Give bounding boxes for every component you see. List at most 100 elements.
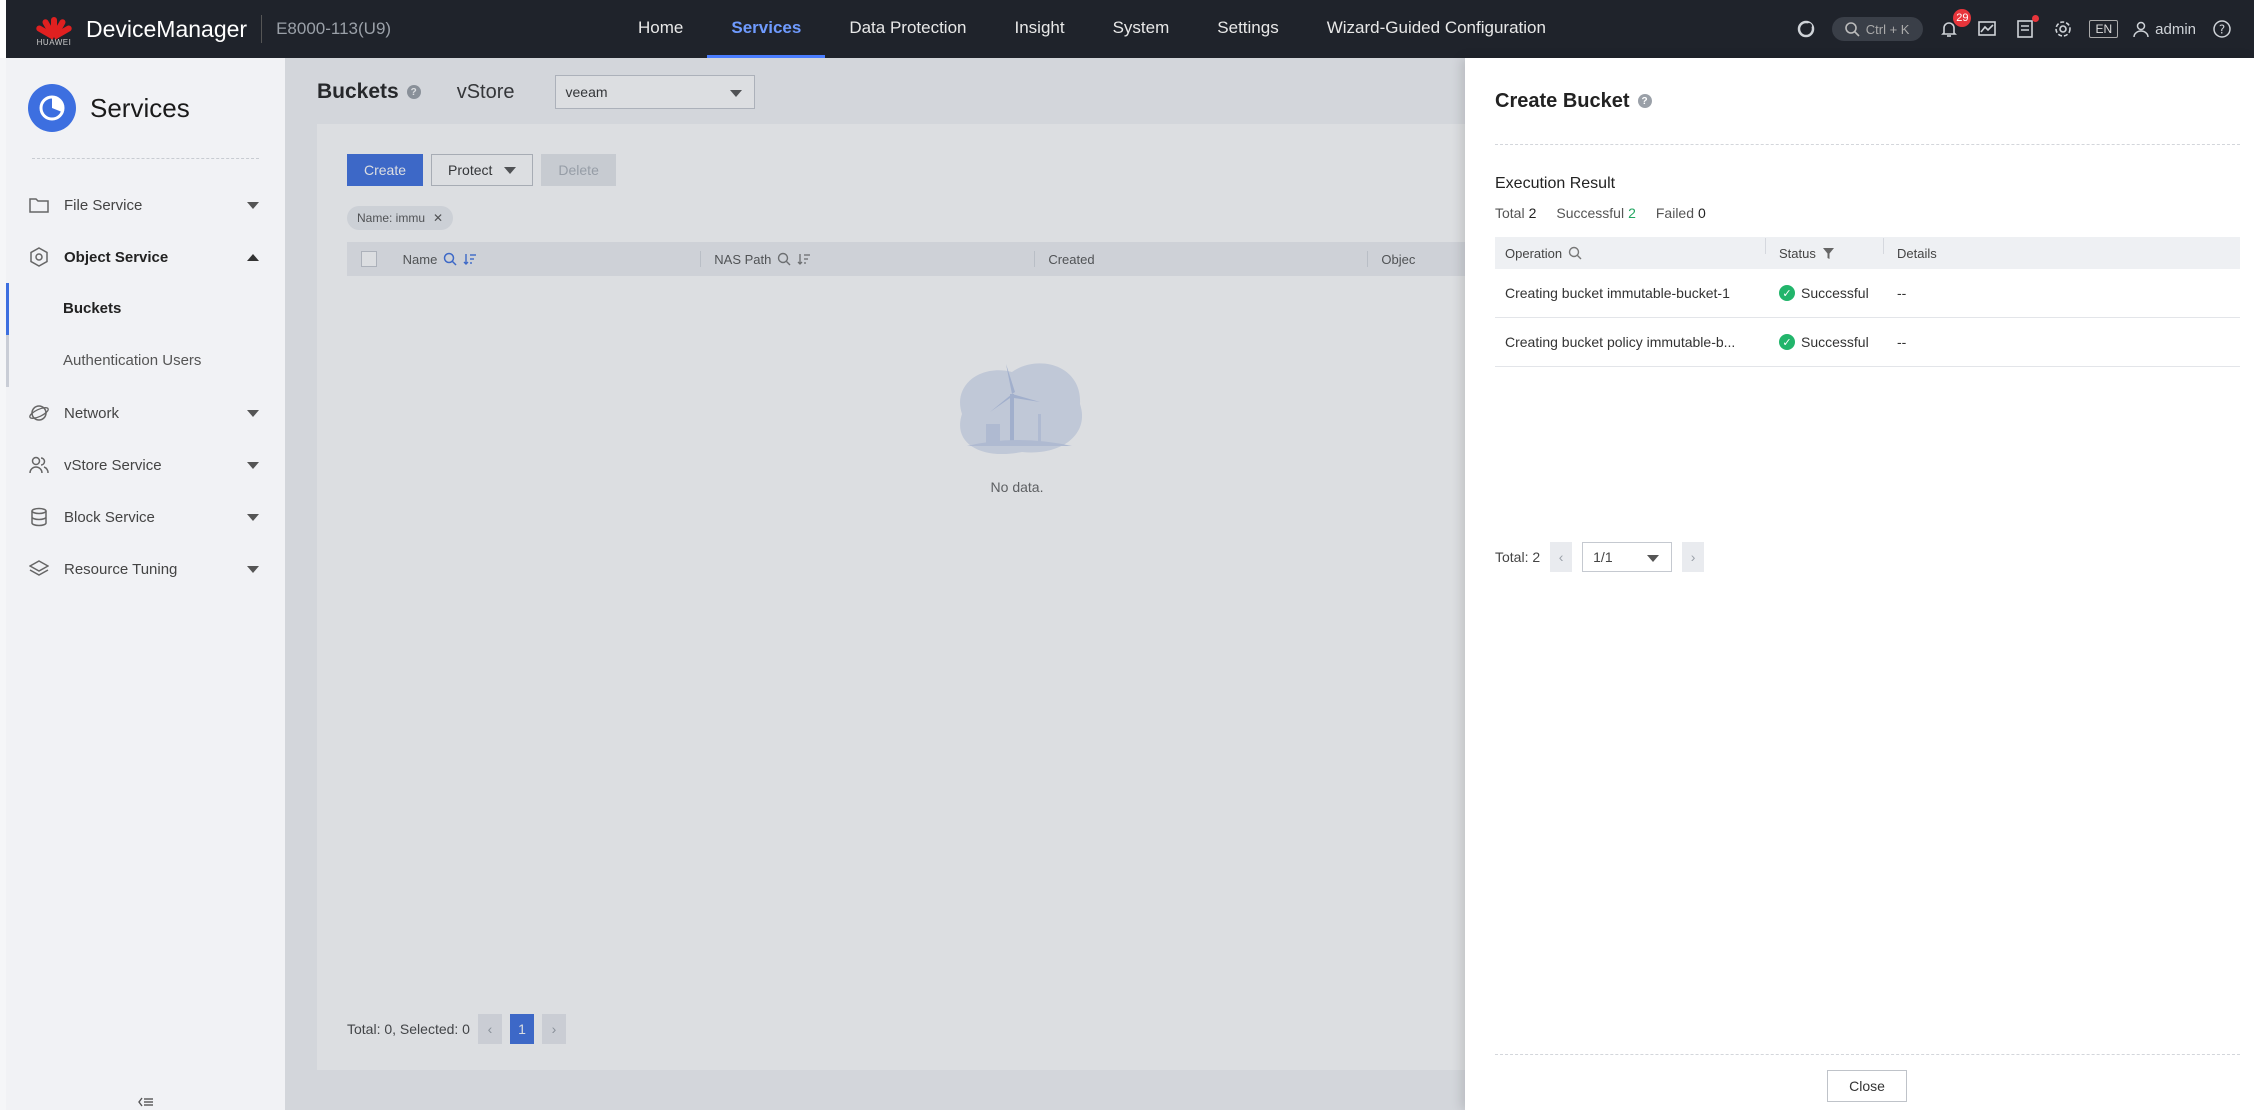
bell-icon[interactable]: 29 [1937,9,1972,41]
network-icon [28,402,50,424]
details-cell: -- [1897,334,1907,350]
drawer-body: Execution Result Total 2 Successful 2 Fail… [1465,175,2254,367]
user-menu[interactable]: admin [2132,20,2196,38]
app-title: DeviceManager [86,15,248,42]
nav-insight[interactable]: Insight [991,0,1089,58]
sidebar: Services File Service Object Service Buc… [6,58,285,1110]
modal-overlay[interactable] [285,58,1465,1110]
monitor-icon[interactable] [1975,17,1999,41]
divider [1495,1054,2240,1055]
help-icon[interactable]: ? [2210,17,2234,41]
folder-icon [28,194,50,216]
sidebar-item-label: Block Service [64,508,155,526]
search-icon[interactable] [1568,246,1582,260]
sidebar-item-label: Object Service [64,248,169,266]
svg-text:?: ? [2219,23,2225,37]
sidebar-item-file-service[interactable]: File Service [6,179,285,231]
success-check-icon: ✓ [1779,285,1795,301]
next-page-button[interactable]: › [1682,542,1705,572]
drawer-pager: Total: 2 ‹ 1/1 › [1495,542,1705,572]
operation-cell: Creating bucket policy immutable-b... [1505,334,1736,350]
gear-icon[interactable] [2051,17,2075,41]
help-icon[interactable]: ? [1637,94,1652,108]
column-label: Status [1779,245,1816,261]
nav-home[interactable]: Home [614,0,707,58]
table-row: Creating bucket policy immutable-b... ✓ … [1495,318,2240,367]
task-dot [2032,15,2040,22]
sidebar-item-network[interactable]: Network [6,387,285,439]
database-icon [28,506,50,528]
user-name: admin [2155,20,2196,38]
chevron-down-icon [247,566,259,573]
close-button[interactable]: Close [1827,1070,1907,1102]
sidebar-item-label: File Service [64,196,143,214]
task-icon[interactable] [2013,15,2040,41]
layers-icon [28,558,50,580]
drawer-header: Create Bucket ? [1465,58,2254,144]
sidebar-item-vstore-service[interactable]: vStore Service [6,439,285,491]
sidebar-title: Services [90,92,190,123]
summary-total: Total 2 [1495,205,1536,221]
divider [1495,144,2240,145]
users-icon [28,454,50,476]
sidebar-menu: File Service Object Service Buckets Auth… [6,179,285,595]
huawei-logo: HUAWEI [34,11,74,47]
object-icon [28,246,50,268]
column-label: Operation [1505,245,1563,261]
nav-services[interactable]: Services [707,0,826,58]
failed-value: 0 [1698,205,1706,221]
status-cell: ✓ Successful [1765,285,1883,301]
column-status: Status [1765,237,1883,261]
result-table-header: Operation Status Details [1495,237,2240,269]
chevron-down-icon [247,462,259,469]
status-text: Successful [1801,285,1869,301]
sidebar-item-block-service[interactable]: Block Service [6,491,285,543]
alarm-badge: 29 [1953,9,1972,27]
column-details: Details [1883,237,2240,261]
sidebar-item-label: Network [64,404,120,422]
page-select[interactable]: 1/1 [1582,542,1673,572]
assistant-icon[interactable] [1794,17,1818,41]
language-switch[interactable]: EN [2089,20,2119,38]
operation-cell: Creating bucket immutable-bucket-1 [1505,285,1730,301]
main-nav: Home Services Data Protection Insight Sy… [614,0,1570,58]
collapse-sidebar-icon[interactable] [138,1094,154,1110]
sidebar-item-label: Resource Tuning [64,560,178,578]
chevron-down-icon [1647,555,1660,562]
divider [261,15,263,43]
nav-data-protection[interactable]: Data Protection [825,0,990,58]
user-icon [2133,21,2149,38]
logo-text: HUAWEI [36,38,72,47]
sidebar-item-object-service[interactable]: Object Service [6,231,285,283]
sidebar-item-label: vStore Service [64,456,162,474]
nav-wizard[interactable]: Wizard-Guided Configuration [1303,0,1570,58]
filter-icon[interactable] [1822,247,1835,260]
summary-failed: Failed 0 [1656,205,1706,221]
sidebar-item-buckets[interactable]: Buckets [6,283,285,335]
sidebar-item-resource-tuning[interactable]: Resource Tuning [6,543,285,595]
summary-successful: Successful 2 [1556,205,1636,221]
chevron-up-icon [247,254,259,261]
search-icon [1844,22,1860,37]
chevron-down-icon [247,410,259,417]
total-label: Total [1495,205,1525,221]
successful-label: Successful [1556,205,1625,221]
top-bar: HUAWEI DeviceManager E8000-113(U9) Home … [0,0,2254,58]
success-check-icon: ✓ [1779,334,1795,350]
global-search[interactable]: Ctrl + K [1831,17,1924,41]
chevron-down-icon [247,514,259,521]
sidebar-item-authentication-users[interactable]: Authentication Users [6,335,285,387]
successful-value: 2 [1628,205,1636,221]
execution-result-title: Execution Result [1495,175,1616,192]
result-table: Operation Status Details Creating bucket… [1495,237,2240,367]
chevron-down-icon [247,202,259,209]
details-cell: -- [1897,285,1907,301]
failed-label: Failed [1655,205,1695,221]
result-summary: Total 2 Successful 2 Failed 0 [1495,205,2240,221]
page-select-value: 1/1 [1593,549,1613,565]
pager-total: Total: 2 [1495,549,1541,565]
nav-system[interactable]: System [1089,0,1194,58]
sidebar-header: Services [6,58,285,158]
prev-page-button[interactable]: ‹ [1550,542,1573,572]
nav-settings[interactable]: Settings [1193,0,1302,58]
